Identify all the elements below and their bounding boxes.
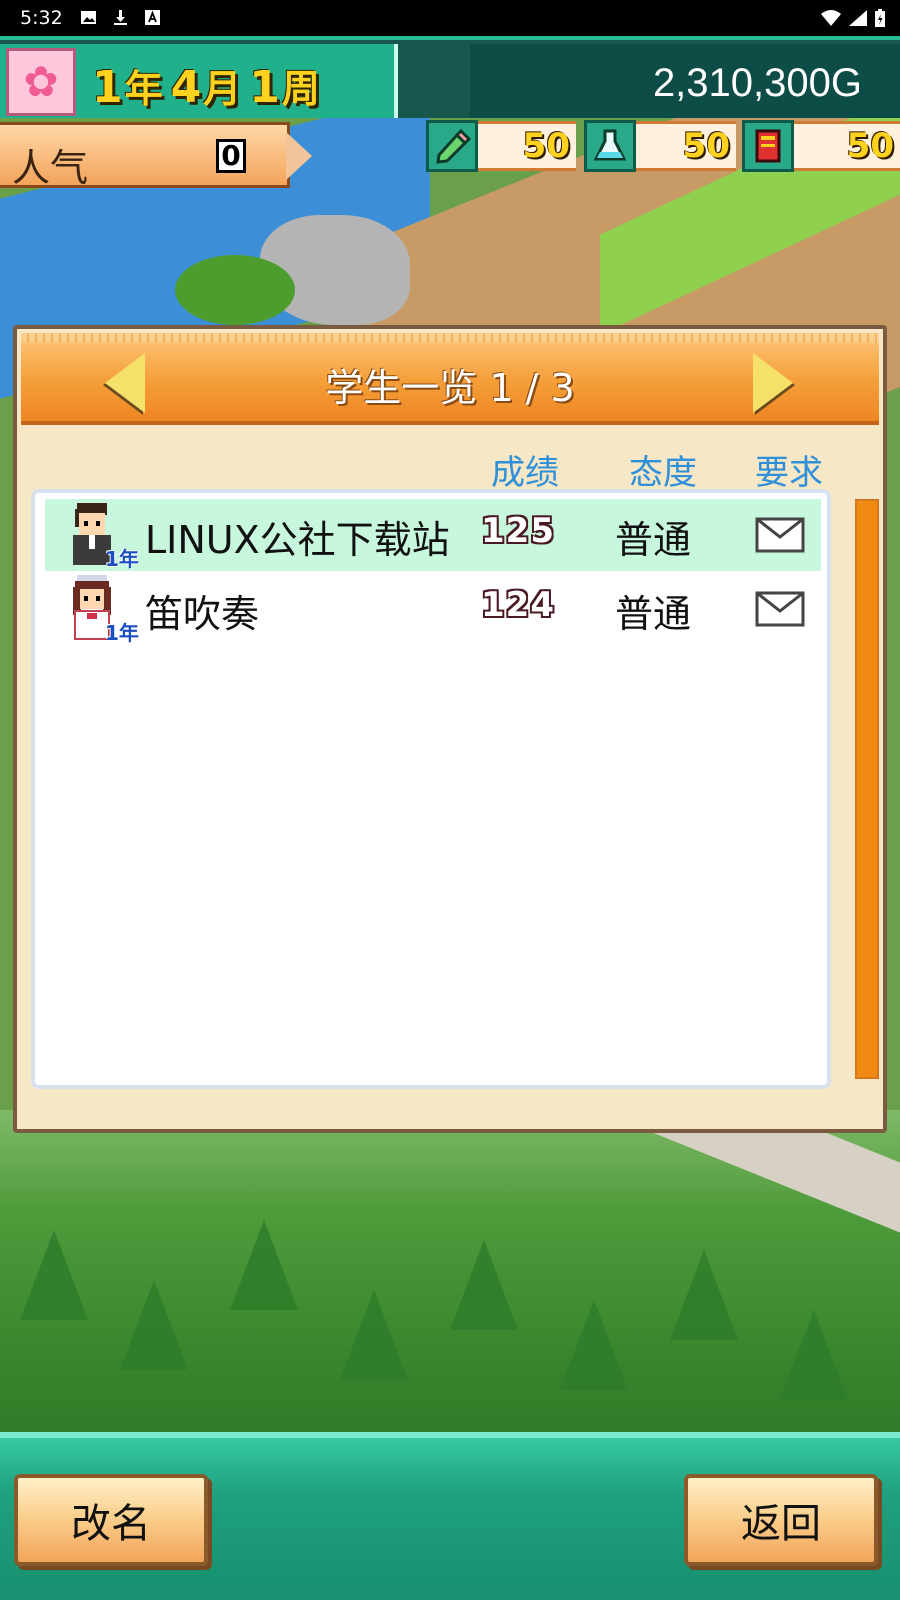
cherry-blossom-icon: ✿ <box>23 57 59 106</box>
student-name: 笛吹奏 <box>145 592 260 636</box>
resource-pencil: 50 <box>426 120 576 172</box>
signal-icon <box>849 10 867 26</box>
wifi-icon <box>821 10 841 26</box>
popularity-value: 0 <box>216 139 246 173</box>
top-hud: ✿ 1 年 4 月 1 周 2,310,300G <box>0 36 900 118</box>
grade-badge: 1年 <box>105 547 139 571</box>
column-request[interactable]: 要求 <box>755 445 823 494</box>
status-icons <box>820 8 886 28</box>
envelope-icon[interactable] <box>755 517 805 553</box>
date-month-unit: 月 <box>203 67 242 111</box>
status-bar: 5:32 <box>0 0 900 36</box>
resource-flask-value: 50 <box>636 121 736 171</box>
dialog-title: 学生一览 1 / 3 <box>325 366 575 410</box>
student-score: 125 <box>481 511 555 551</box>
student-row[interactable]: 1年 笛吹奏 124 普通 <box>45 573 821 645</box>
date-week: 1 <box>249 62 280 113</box>
date-year-unit: 年 <box>124 67 163 111</box>
column-score[interactable]: 成绩 <box>491 445 559 494</box>
student-row[interactable]: 1年 LINUX公社下载站 125 普通 <box>45 499 821 571</box>
popularity-bar: 人气 0 <box>0 122 290 190</box>
date-week-unit: 周 <box>281 67 320 111</box>
resource-flask: 50 <box>584 120 736 172</box>
envelope-icon[interactable] <box>755 591 805 627</box>
pencil-icon <box>426 120 478 172</box>
resource-book: 50 <box>742 120 900 172</box>
list-scrollbar[interactable] <box>855 499 879 1079</box>
image-notification-icon <box>81 11 96 24</box>
season-badge: ✿ <box>6 48 76 116</box>
student-attitude: 普通 <box>615 592 692 636</box>
book-icon <box>742 120 794 172</box>
download-icon <box>114 10 127 25</box>
bottom-action-bar: 改名 返回 <box>0 1432 900 1600</box>
resource-pencil-value: 50 <box>478 121 576 171</box>
popularity-arrow-icon <box>286 132 312 180</box>
grade-badge: 1年 <box>105 621 139 645</box>
battery-icon <box>875 9 885 27</box>
pine-tree <box>175 255 295 325</box>
font-notification-icon <box>145 10 160 25</box>
student-attitude: 普通 <box>615 518 692 562</box>
next-page-button[interactable] <box>753 353 793 413</box>
status-time: 5:32 <box>20 7 63 29</box>
column-attitude[interactable]: 态度 <box>629 445 697 494</box>
student-score: 124 <box>481 585 555 625</box>
money-panel: 2,310,300G <box>470 44 900 118</box>
resource-book-value: 50 <box>794 121 900 171</box>
game-date: 1 年 4 月 1 周 <box>92 58 326 113</box>
student-list-dialog: 学生一览 1 / 3 成绩 态度 要求 1年 LINUX公社下载站 125 普通 <box>13 325 887 1133</box>
back-button[interactable]: 返回 <box>684 1474 878 1566</box>
date-month: 4 <box>170 62 202 113</box>
dialog-header: 学生一览 1 / 3 <box>21 333 879 425</box>
date-panel: ✿ 1 年 4 月 1 周 <box>0 44 398 118</box>
flask-icon <box>584 120 636 172</box>
student-list[interactable]: 1年 LINUX公社下载站 125 普通 1年 笛吹奏 124 普通 <box>31 489 831 1089</box>
popularity-label: 人气 <box>12 146 89 190</box>
student-name: LINUX公社下载站 <box>145 518 450 562</box>
rename-button[interactable]: 改名 <box>14 1474 208 1566</box>
money-amount: 2,310,300G <box>652 61 862 105</box>
date-year: 1 <box>92 62 123 113</box>
